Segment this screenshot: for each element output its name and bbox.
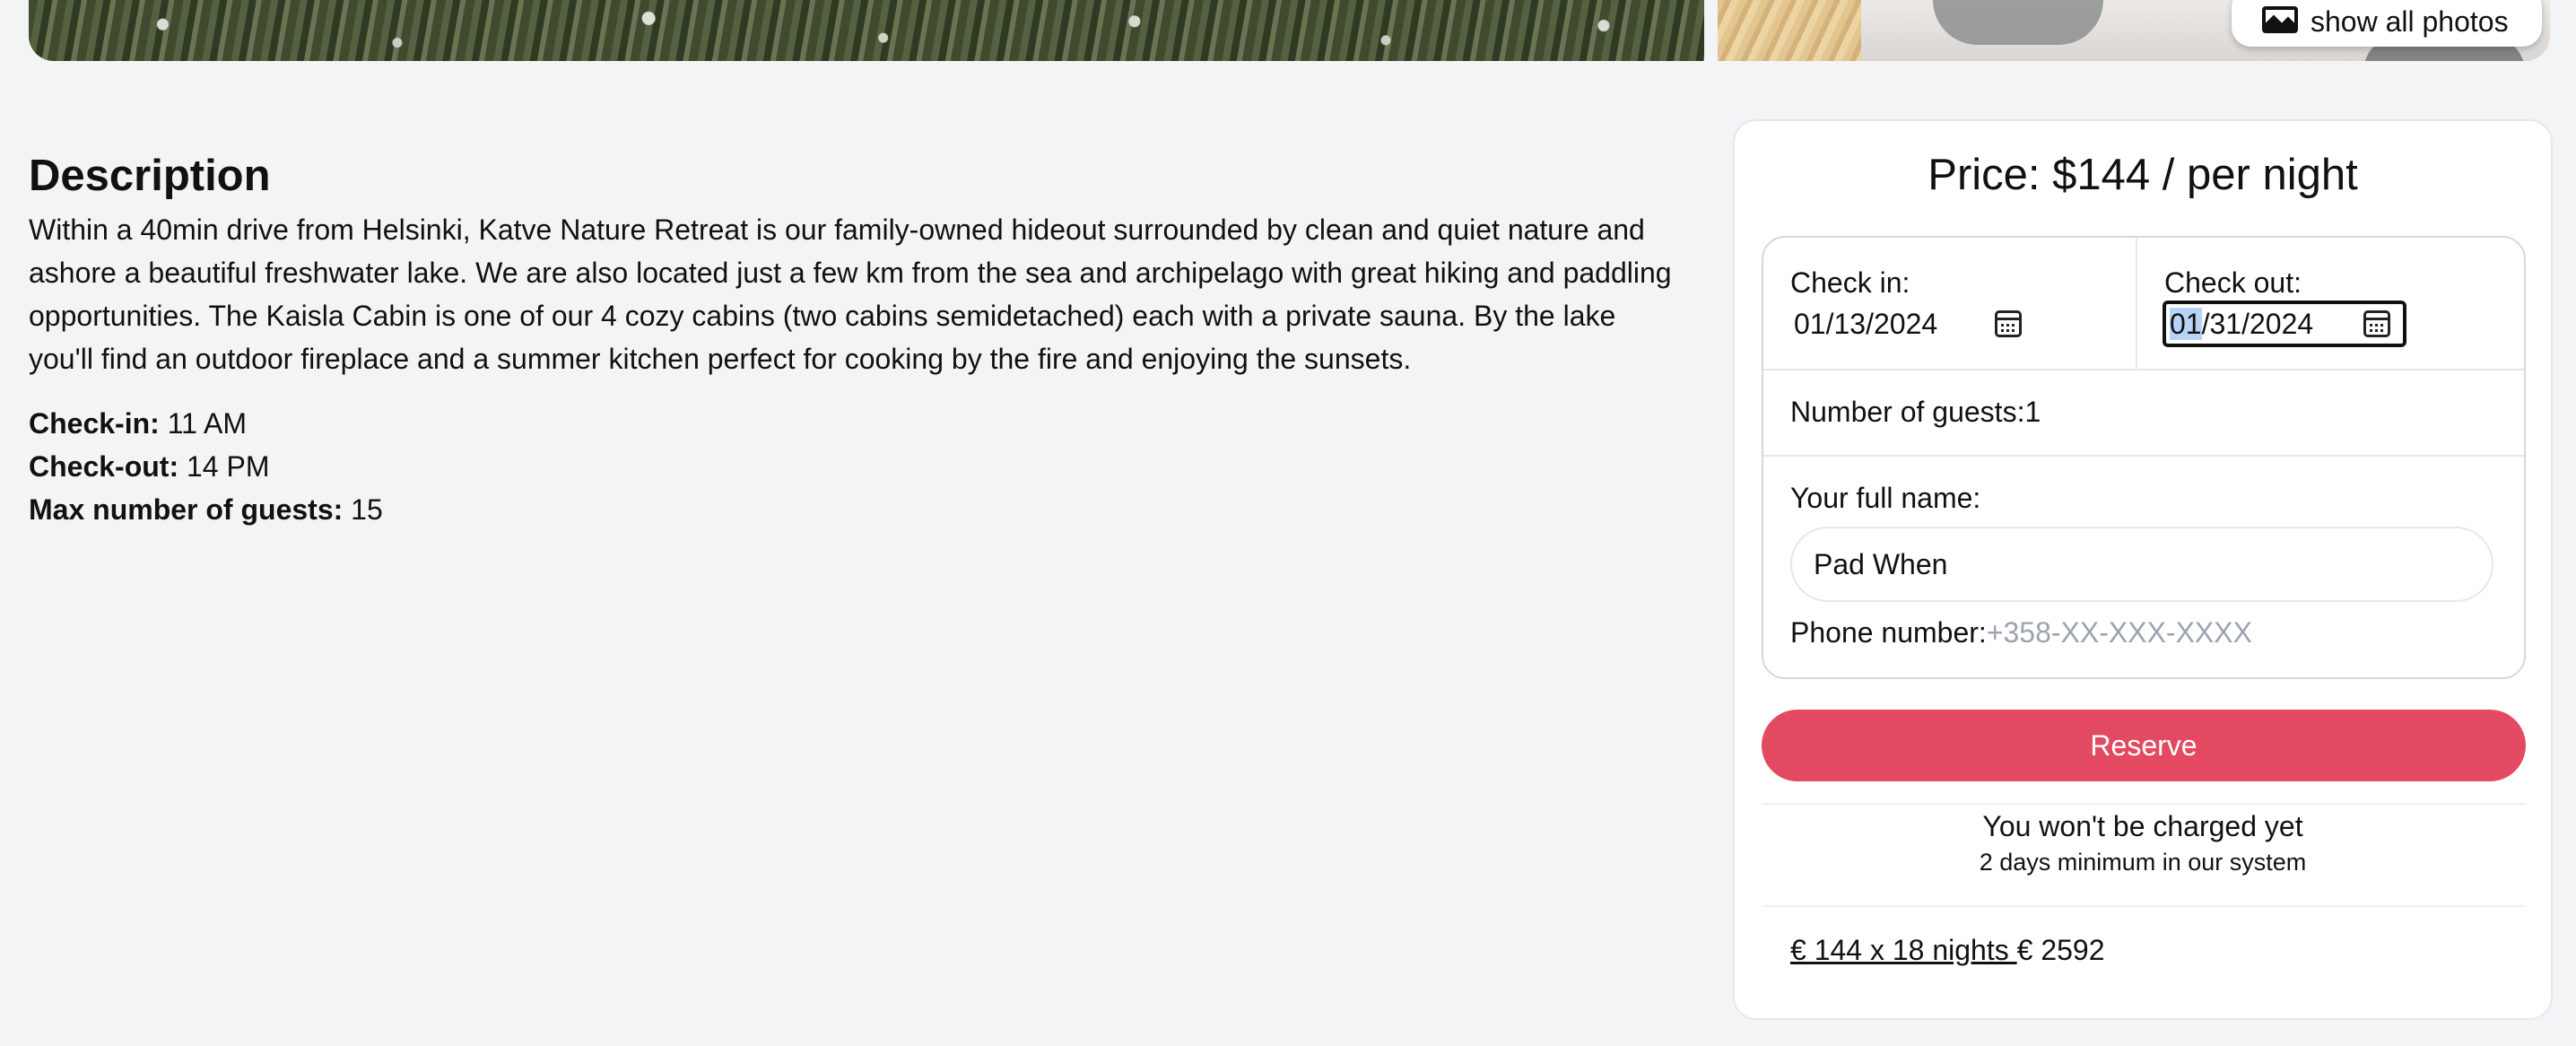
show-all-photos-button[interactable]: show all photos bbox=[2232, 0, 2542, 47]
check-out-label: Check out: bbox=[2164, 266, 2302, 299]
booking-form: Check in: 01/13/2024 Check out: 01/31/20… bbox=[1762, 236, 2526, 679]
check-in-date-input[interactable]: 01/13/2024 bbox=[1790, 301, 2034, 347]
date-remainder: /31/2024 bbox=[2201, 307, 2314, 340]
detail-label: Max number of guests: bbox=[29, 493, 344, 526]
phone-input[interactable]: +358-XX-XXX-XXXX bbox=[1987, 615, 2252, 650]
listing-details: Check-in: 11 AM Check-out: 14 PM Max num… bbox=[29, 402, 1679, 531]
reserve-button-label: Reserve bbox=[2090, 728, 2197, 762]
detail-check-in: Check-in: 11 AM bbox=[29, 402, 1679, 445]
price-total: € 144 x 18 nights € 2592 bbox=[1790, 932, 2105, 968]
divider bbox=[1762, 803, 2526, 805]
detail-value: 14 PM bbox=[187, 450, 270, 483]
detail-value: 11 AM bbox=[167, 407, 248, 440]
selected-date-segment: 01 bbox=[2170, 307, 2202, 340]
check-out-field: Check out: 01/31/2024 bbox=[2137, 238, 2524, 369]
full-name-input[interactable]: Pad When bbox=[1790, 527, 2493, 602]
photo-detail-shape bbox=[1933, 0, 2103, 45]
minimum-stay-note: 2 days minimum in our system bbox=[1979, 849, 2307, 876]
phone-label: Phone number: bbox=[1790, 616, 1987, 649]
total-amount: € 2592 bbox=[2016, 934, 2105, 966]
calendar-icon[interactable] bbox=[1995, 310, 2022, 337]
guests-label: Number of guests:1 bbox=[1790, 395, 2041, 428]
reserve-button[interactable]: Reserve bbox=[1762, 710, 2526, 781]
show-all-photos-label: show all photos bbox=[2311, 4, 2509, 38]
charge-note: You won't be charged yet bbox=[1982, 810, 2303, 842]
calendar-icon[interactable] bbox=[2363, 310, 2390, 337]
price-per-night: Price: $144 / per night bbox=[1928, 151, 2358, 199]
check-in-date-value: 01/13/2024 bbox=[1794, 307, 1938, 340]
price-breakdown-link[interactable]: € 144 x 18 nights bbox=[1790, 934, 2017, 966]
image-icon bbox=[2262, 6, 2298, 33]
booking-card: Price: $144 / per night Check in: 01/13/… bbox=[1733, 119, 2553, 1020]
check-out-date-input[interactable]: 01/31/2024 bbox=[2163, 301, 2406, 347]
photo-detail-wood bbox=[1718, 0, 1861, 61]
divider bbox=[1762, 905, 2526, 907]
detail-max-guests: Max number of guests: 15 bbox=[29, 488, 1679, 531]
full-name-value: Pad When bbox=[1814, 547, 1948, 580]
description-heading: Description bbox=[29, 152, 271, 200]
description-body: Within a 40min drive from Helsinki, Katv… bbox=[29, 214, 1672, 375]
check-in-label: Check in: bbox=[1790, 266, 1910, 299]
guests-selector[interactable]: Number of guests:1 bbox=[1763, 369, 2524, 457]
full-name-label: Your full name: bbox=[1790, 482, 1981, 514]
gallery-main-photo[interactable] bbox=[29, 0, 1704, 61]
phone-field: Phone number: +358-XX-XXX-XXXX bbox=[1790, 615, 2252, 650]
detail-label: Check-out: bbox=[29, 450, 179, 483]
detail-check-out: Check-out: 14 PM bbox=[29, 445, 1679, 488]
dates-row: Check in: 01/13/2024 Check out: 01/31/20… bbox=[1763, 238, 2524, 370]
detail-label: Check-in: bbox=[29, 407, 160, 440]
detail-value: 15 bbox=[351, 493, 383, 526]
check-out-date-value: 01/31/2024 bbox=[2170, 307, 2363, 341]
check-in-field: Check in: 01/13/2024 bbox=[1763, 238, 2137, 369]
description-section: Description Within a 40min drive from He… bbox=[29, 144, 1679, 531]
